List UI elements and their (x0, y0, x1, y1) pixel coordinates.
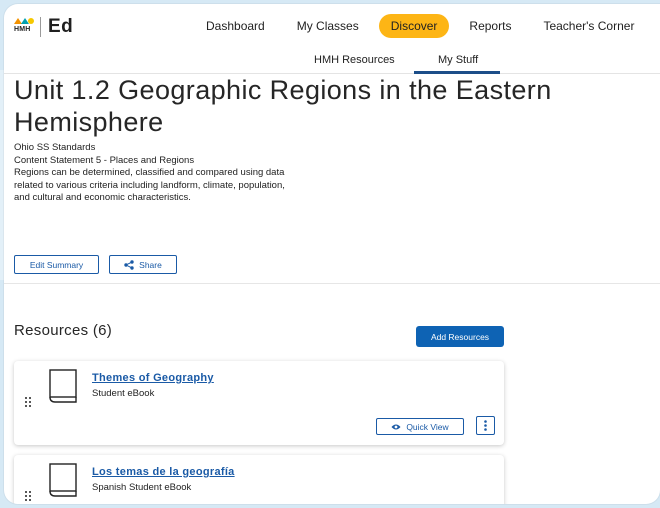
logo-divider (40, 17, 41, 37)
share-label: Share (139, 259, 162, 270)
drag-handle-icon[interactable] (25, 397, 31, 407)
resources-heading: Resources (6) (14, 322, 113, 339)
nav-teachers-corner[interactable]: Teacher's Corner (531, 14, 646, 38)
hmh-logo-icon: HMH (14, 17, 34, 37)
unit-summary: Unit 1.2 Geographic Regions in the Easte… (14, 74, 654, 205)
description-line: and cultural and economic characteristic… (14, 192, 191, 203)
resource-title-link[interactable]: Los temas de la geografía (92, 466, 235, 478)
resource-title-link[interactable]: Themes of Geography (92, 372, 214, 384)
kebab-menu-icon (484, 420, 487, 431)
drag-handle-icon[interactable] (25, 491, 31, 501)
share-icon (124, 259, 134, 270)
description-line: related to various criteria including la… (14, 179, 285, 191)
quick-view-button[interactable]: Quick View (376, 418, 464, 435)
nav-my-classes[interactable]: My Classes (285, 14, 371, 38)
eye-icon (391, 424, 401, 429)
main-nav: Dashboard My Classes Discover Reports Te… (194, 14, 654, 38)
edit-summary-button[interactable]: Edit Summary (14, 255, 99, 274)
nav-reports[interactable]: Reports (457, 14, 523, 38)
summary-actions: Edit Summary Share (14, 255, 177, 274)
tab-hmh-resources[interactable]: HMH Resources (314, 54, 395, 66)
page-title: Unit 1.2 Geographic Regions in the Easte… (14, 75, 552, 137)
app-window: HMH Ed Dashboard My Classes Discover Rep… (4, 4, 660, 504)
tab-my-stuff[interactable]: My Stuff (438, 54, 478, 66)
share-button[interactable]: Share (109, 255, 177, 274)
book-icon (49, 369, 77, 403)
resource-type: Student eBook (92, 388, 155, 399)
top-navigation-bar: HMH Ed Dashboard My Classes Discover Rep… (4, 4, 660, 48)
description-line: Regions can be determined, classified an… (14, 167, 285, 178)
nav-dashboard[interactable]: Dashboard (194, 14, 277, 38)
quick-view-label: Quick View (406, 421, 449, 432)
resource-card: Los temas de la geografía Spanish Studen… (14, 455, 504, 504)
resource-type: Spanish Student eBook (92, 482, 192, 493)
description-line: Ohio SS Standards (14, 142, 96, 153)
unit-description: Ohio SS Standards Content Statement 5 - … (14, 142, 654, 205)
nav-discover[interactable]: Discover (378, 14, 450, 38)
resource-card: Themes of Geography Student eBook Quick … (14, 361, 504, 445)
app-name: Ed (48, 16, 74, 37)
description-line: Content Statement 5 - Places and Regions (14, 154, 195, 166)
brand-mark-text: HMH (14, 26, 31, 33)
sub-navigation: HMH Resources My Stuff (4, 48, 660, 74)
add-resources-button[interactable]: Add Resources (416, 326, 504, 347)
section-divider (4, 283, 660, 284)
book-icon (49, 463, 77, 497)
more-options-button[interactable] (476, 416, 495, 435)
app-logo[interactable]: HMH Ed (14, 16, 73, 38)
